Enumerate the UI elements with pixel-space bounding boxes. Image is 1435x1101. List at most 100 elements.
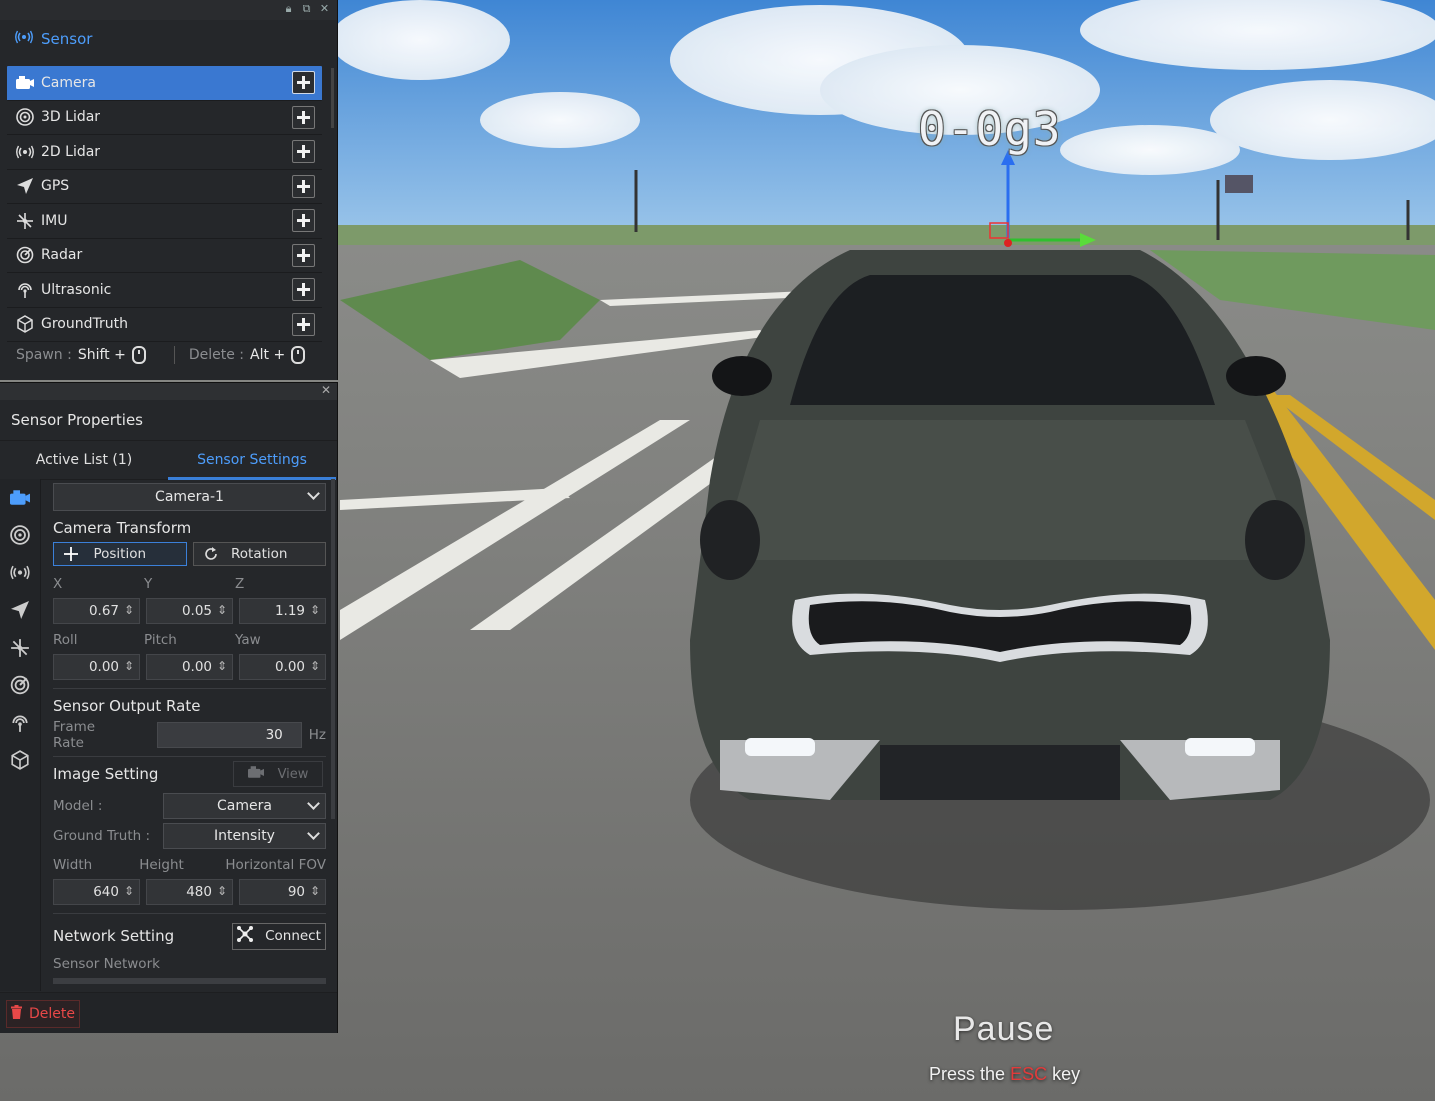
groundtruth-icon[interactable] [0, 742, 40, 780]
sensor-item-camera[interactable]: Camera [7, 66, 322, 101]
add-imu-button[interactable] [292, 209, 315, 233]
frame-rate-row: Frame Rate 30 Hz [53, 719, 326, 751]
hfov-label: Horizontal FOV [225, 857, 326, 873]
ground-truth-select[interactable]: Intensity [163, 823, 326, 849]
sensor-properties-panel: ✕ Sensor Properties Active List (1) Sens… [0, 382, 338, 1033]
imu-icon [15, 212, 35, 230]
connect-label: Connect [265, 928, 321, 944]
position-x-input[interactable]: 0.67 [53, 598, 140, 624]
sensor-type-list: Camera 3D Lidar 2D Lidar GPS IMU Radar U… [7, 66, 322, 342]
trash-icon [11, 1005, 22, 1023]
sensor-panel-header: Sensor [0, 20, 337, 58]
frame-rate-unit: Hz [308, 727, 326, 743]
rotation-label: Rotation [231, 546, 288, 562]
height-label: Height [139, 857, 184, 873]
add-camera-button[interactable] [292, 71, 315, 95]
model-value: Camera [217, 798, 272, 814]
gps-icon [15, 178, 35, 195]
rotation-labels: Roll Pitch Yaw [53, 632, 326, 648]
add-ultrasonic-button[interactable] [292, 278, 315, 302]
popout-icon[interactable]: ⧉ [300, 2, 313, 15]
yaw-input[interactable]: 0.00 [239, 654, 326, 680]
pause-hint-suffix: key [1052, 1064, 1081, 1084]
position-button[interactable]: Position [53, 542, 187, 566]
sensor-panel-title: Sensor [41, 30, 93, 48]
sensor-item-label: Ultrasonic [41, 281, 112, 298]
gps-icon[interactable] [0, 592, 40, 630]
sensor-item-2d-lidar[interactable]: 2D Lidar [7, 135, 322, 170]
connect-button[interactable]: Connect [232, 922, 326, 950]
esc-key-label: ESC [1010, 1064, 1048, 1084]
delete-key: Alt + [250, 347, 286, 363]
rotation-button[interactable]: Rotation [192, 542, 326, 566]
sensor-item-imu[interactable]: IMU [7, 204, 322, 239]
imu-icon[interactable] [0, 629, 40, 667]
position-z-input[interactable]: 1.19 [239, 598, 326, 624]
add-radar-button[interactable] [292, 243, 315, 267]
ground-truth-value: Intensity [214, 828, 275, 844]
mouse-icon [131, 346, 146, 364]
output-rate-title: Sensor Output Rate [53, 697, 201, 715]
sensor-item-3d-lidar[interactable]: 3D Lidar [7, 101, 322, 135]
lidar2d-icon[interactable] [0, 554, 40, 592]
position-labels: X Y Z [53, 576, 326, 592]
sensor-instance-select[interactable]: Camera-1 [53, 483, 326, 511]
lidar3d-icon[interactable] [0, 517, 40, 555]
hfov-input[interactable]: 90 [239, 879, 326, 905]
sensor-network-field[interactable] [53, 978, 326, 984]
roll-input[interactable]: 0.00 [53, 654, 140, 680]
x-label: X [53, 576, 63, 592]
lock-icon[interactable]: 🔒︎ [282, 2, 295, 15]
props-scrollbar[interactable] [331, 479, 335, 819]
add-3d-lidar-button[interactable] [292, 105, 315, 129]
pitch-input[interactable]: 0.00 [146, 654, 233, 680]
sensor-item-label: Camera [41, 74, 96, 91]
width-label: Width [53, 857, 93, 873]
height-input[interactable]: 480 [146, 879, 233, 905]
sensor-item-label: 3D Lidar [41, 109, 101, 126]
model-label: Model : [53, 798, 103, 814]
camera-icon [247, 766, 264, 782]
width-input[interactable]: 640 [53, 879, 140, 905]
props-titlebar: ✕ [0, 383, 337, 400]
delete-label: Delete [29, 1006, 75, 1022]
roll-label: Roll [53, 632, 78, 648]
divider [53, 688, 326, 689]
groundtruth-icon [15, 315, 35, 334]
sensor-item-gps[interactable]: GPS [7, 170, 322, 204]
ultrasonic-icon[interactable] [0, 704, 40, 742]
yaw-label: Yaw [235, 632, 261, 648]
radar-icon[interactable] [0, 667, 40, 705]
sensor-panel: 🔒︎ ⧉ ✕ Sensor Camera 3D Lidar 2D Lidar G… [0, 0, 338, 380]
sensor-item-ultrasonic[interactable]: Ultrasonic [7, 273, 322, 308]
tab-sensor-settings[interactable]: Sensor Settings [168, 441, 336, 480]
camera-icon [15, 76, 35, 90]
model-select[interactable]: Camera [163, 793, 326, 819]
ultrasonic-icon [15, 281, 35, 299]
view-button[interactable]: View [233, 761, 323, 787]
ground-truth-label: Ground Truth : [53, 828, 151, 844]
frame-rate-label: Frame Rate [53, 719, 96, 751]
lidar2d-icon [15, 145, 35, 159]
add-gps-button[interactable] [292, 174, 315, 198]
sensor-item-groundtruth[interactable]: GroundTruth [7, 308, 322, 342]
close-icon[interactable]: ✕ [321, 383, 331, 397]
close-icon[interactable]: ✕ [318, 2, 331, 15]
add-groundtruth-button[interactable] [292, 312, 315, 336]
pause-hint-text: Press the [929, 1064, 1006, 1084]
image-setting-title: Image Setting [53, 765, 159, 783]
image-dim-labels: Width Height Horizontal FOV [53, 857, 326, 873]
frame-rate-input[interactable]: 30 [157, 722, 302, 748]
lidar3d-icon [15, 108, 35, 127]
camera-icon[interactable] [0, 479, 40, 517]
sensor-item-radar[interactable]: Radar [7, 239, 322, 273]
delete-sensor-button[interactable]: Delete [6, 1000, 80, 1028]
move-icon [64, 547, 78, 565]
sensor-list-scrollbar[interactable] [331, 68, 334, 128]
network-setting-title: Network Setting [53, 927, 175, 945]
shortcut-hints: Spawn : Shift + Delete : Alt + [16, 346, 306, 364]
add-2d-lidar-button[interactable] [292, 140, 315, 164]
position-y-input[interactable]: 0.05 [146, 598, 233, 624]
tab-active-list[interactable]: Active List (1) [0, 441, 168, 479]
chevron-down-icon [307, 797, 320, 810]
